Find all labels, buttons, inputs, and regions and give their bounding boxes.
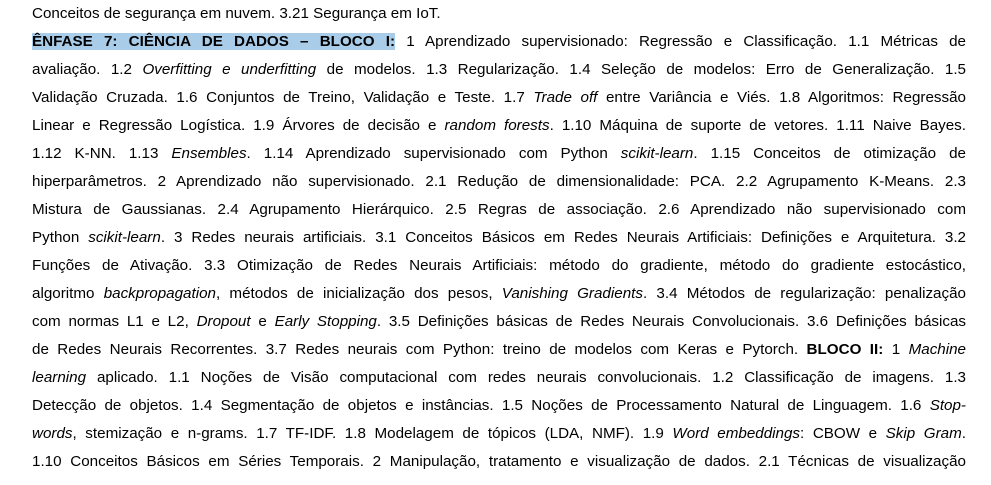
text-line: hiperparâmetros. 2 Aprendizado não super… xyxy=(32,168,966,196)
italic-term: Overfitting e underfitting xyxy=(142,61,317,78)
document-page: Conceitos de segurança em nuvem. 3.21 Se… xyxy=(0,0,991,485)
text-line: de Redes Neurais Recorrentes. 3.7 Redes … xyxy=(32,336,966,364)
text-segment: Detecção de objetos. 1.4 Segmentação de … xyxy=(32,397,930,414)
italic-term: Stop- xyxy=(929,397,966,414)
text-line: Validação Cruzada. 1.6 Conjuntos de Trei… xyxy=(32,84,966,112)
text-segment: . 3.5 Definições básicas de Redes Neurai… xyxy=(376,313,966,330)
text-segment: . 1.15 Conceitos de otimização de xyxy=(693,145,966,162)
text-segment: Mistura de Gaussianas. 2.4 Agrupamento H… xyxy=(32,201,966,218)
text-line: Linear e Regressão Logística. 1.9 Árvore… xyxy=(32,112,966,140)
text-line: avaliação. 1.2 Overfitting e underfittin… xyxy=(32,56,966,84)
italic-term: backpropagation xyxy=(103,285,216,302)
text-segment: aplicado. 1.1 Noções de Visão computacio… xyxy=(86,369,966,386)
italic-term: words xyxy=(32,425,73,442)
text-segment: . xyxy=(961,425,966,442)
text-segment: . 1.10 Máquina de suporte de vetores. 1.… xyxy=(549,117,966,134)
text-line: learning aplicado. 1.1 Noções de Visão c… xyxy=(32,364,966,392)
text-segment: : CBOW e xyxy=(800,425,886,442)
text-segment: . 1.14 Aprendizado supervisionado com Py… xyxy=(246,145,621,162)
italic-term: scikit-learn xyxy=(88,229,161,246)
italic-term: Word embeddings xyxy=(672,425,801,442)
text-line: ÊNFASE 7: CIÊNCIA DE DADOS – BLOCO I: 1 … xyxy=(32,28,966,56)
text-segment: Linear e Regressão Logística. 1.9 Árvore… xyxy=(32,117,445,134)
text-line: Detecção de objetos. 1.4 Segmentação de … xyxy=(32,392,966,420)
text-segment: 1.10 Conceitos Básicos em Séries Tempora… xyxy=(32,453,966,470)
highlighted-heading: ÊNFASE 7: CIÊNCIA DE DADOS – BLOCO I: xyxy=(32,33,396,50)
italic-term: Early Stopping xyxy=(274,313,377,330)
italic-term: Trade off xyxy=(533,89,598,106)
text-segment: de modelos. 1.3 Regularização. 1.4 Seleç… xyxy=(316,61,967,78)
italic-term: Ensembles xyxy=(171,145,247,162)
text-line: Conceitos de segurança em nuvem. 3.21 Se… xyxy=(32,0,966,28)
italic-term: Machine xyxy=(908,341,966,358)
text-segment: e xyxy=(250,313,275,330)
text-segment: . 3 Redes neurais artificiais. 3.1 Conce… xyxy=(160,229,966,246)
text-segment: hiperparâmetros. 2 Aprendizado não super… xyxy=(32,173,966,190)
text-line: 1.10 Conceitos Básicos em Séries Tempora… xyxy=(32,448,966,476)
text-segment: Funções de Ativação. 3.3 Otimização de R… xyxy=(32,257,966,274)
text-segment: , métodos de inicialização dos pesos, xyxy=(216,285,502,302)
italic-term: learning xyxy=(32,369,87,386)
text-segment: avaliação. 1.2 xyxy=(32,61,143,78)
text-segment: , stemização e n-grams. 1.7 TF-IDF. 1.8 … xyxy=(72,425,673,442)
text-line: Python scikit-learn. 3 Redes neurais art… xyxy=(32,224,966,252)
italic-term: scikit-learn xyxy=(620,145,694,162)
text-line: 1.12 K-NN. 1.13 Ensembles. 1.14 Aprendiz… xyxy=(32,140,966,168)
text-line: words, stemização e n-grams. 1.7 TF-IDF.… xyxy=(32,420,966,448)
text-line: Mistura de Gaussianas. 2.4 Agrupamento H… xyxy=(32,196,966,224)
text-segment: Validação Cruzada. 1.6 Conjuntos de Trei… xyxy=(32,89,534,106)
text-segment: de Redes Neurais Recorrentes. 3.7 Redes … xyxy=(32,341,807,358)
text-segment: algoritmo xyxy=(32,285,104,302)
italic-term: Vanishing Gradients xyxy=(501,285,643,302)
bold-heading: BLOCO II: xyxy=(806,341,884,358)
text-line: com normas L1 e L2, Dropout e Early Stop… xyxy=(32,308,966,336)
text-line: algoritmo backpropagation, métodos de in… xyxy=(32,280,966,308)
text-segment: 1 xyxy=(883,341,909,358)
text-segment: com normas L1 e L2, xyxy=(32,313,197,330)
text-segment: . 3.4 Métodos de regularização: penaliza… xyxy=(642,285,966,302)
text-segment: 1 Aprendizado supervisionado: Regressão … xyxy=(395,33,966,50)
italic-term: random forests xyxy=(444,117,550,134)
text-line: Funções de Ativação. 3.3 Otimização de R… xyxy=(32,252,966,280)
text-segment: Conceitos de segurança em nuvem. 3.21 Se… xyxy=(32,5,441,22)
italic-term: Skip Gram xyxy=(885,425,962,442)
text-segment: 1.12 K-NN. 1.13 xyxy=(32,145,172,162)
italic-term: Dropout xyxy=(196,313,251,330)
text-segment: Python xyxy=(32,229,89,246)
text-segment: entre Variância e Viés. 1.8 Algoritmos: … xyxy=(597,89,966,106)
